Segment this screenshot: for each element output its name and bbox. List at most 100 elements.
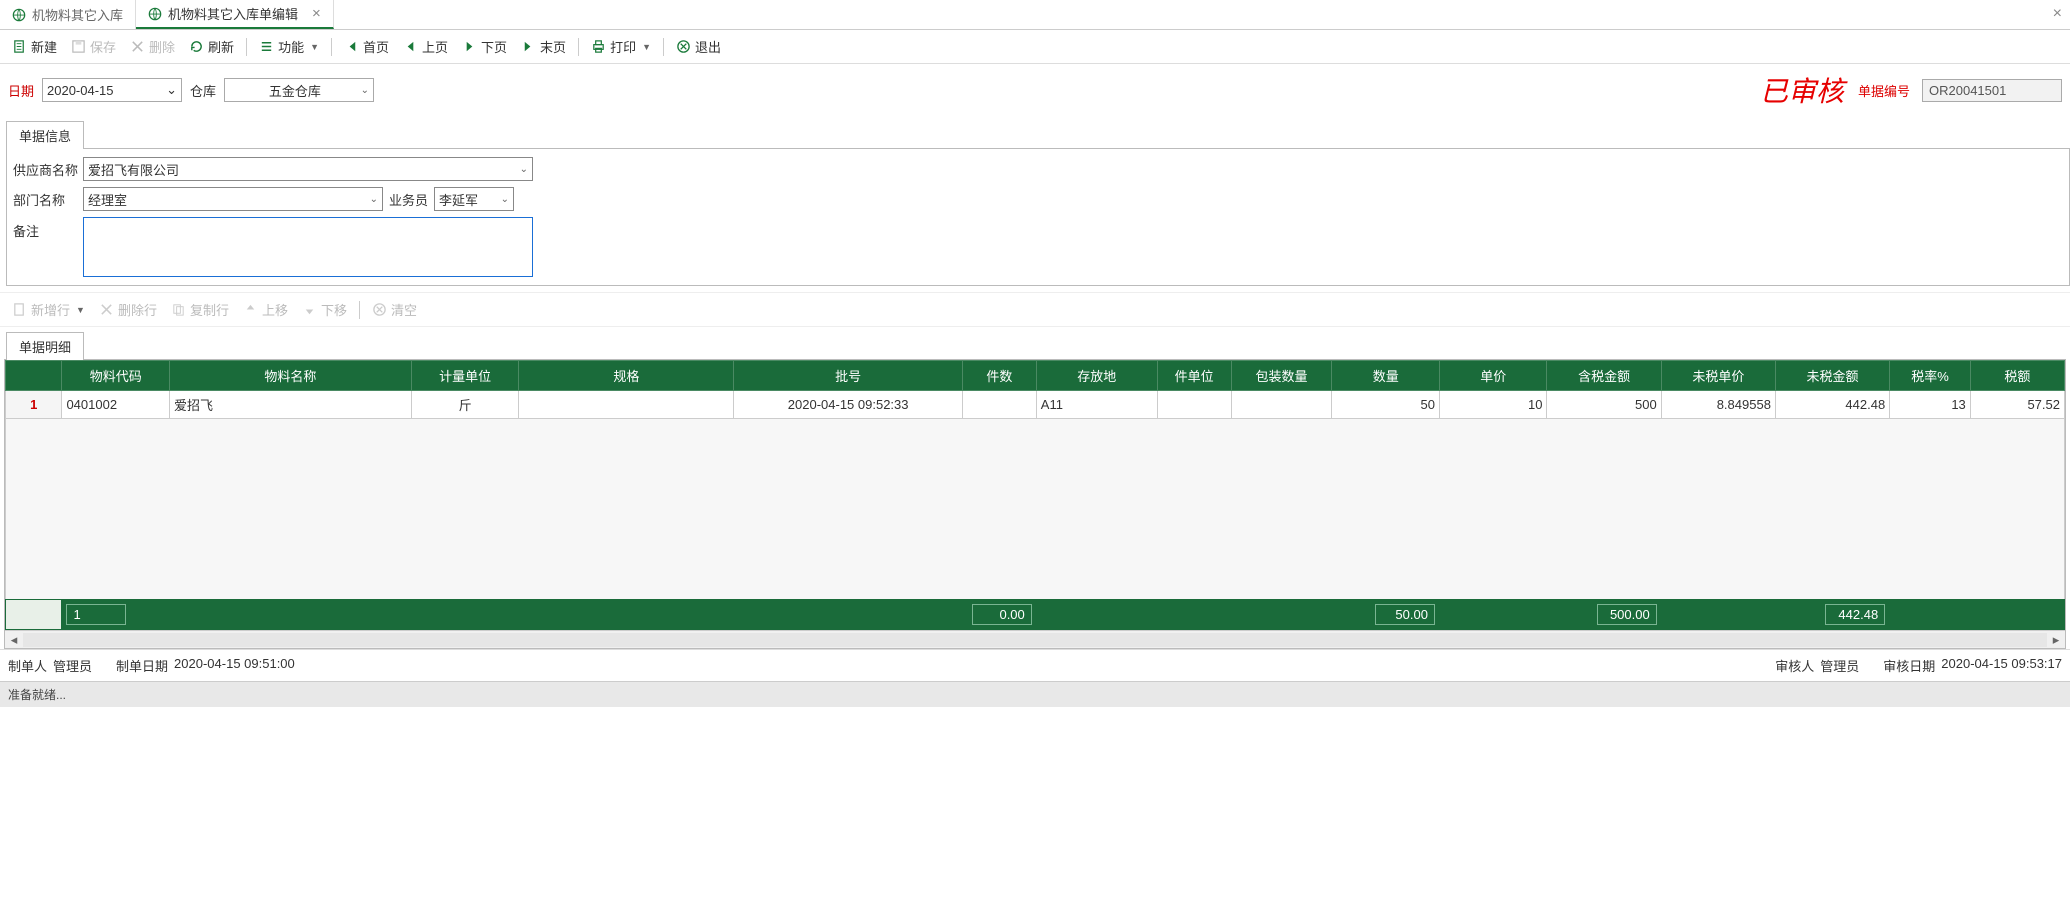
total-count: 1 [66, 604, 126, 625]
warehouse-label: 仓库 [190, 81, 216, 100]
col-unit[interactable]: 计量单位 [411, 361, 519, 391]
prev-button[interactable]: 上页 [397, 34, 454, 59]
cell-batch[interactable]: 2020-04-15 09:52:33 [734, 391, 962, 419]
dept-value: 经理室 [88, 190, 127, 209]
scroll-track[interactable] [23, 633, 2047, 647]
cell-name[interactable]: 爱招飞 [169, 391, 411, 419]
col-price[interactable]: 单价 [1439, 361, 1547, 391]
dept-label: 部门名称 [13, 190, 83, 209]
table-header: 物料代码 物料名称 计量单位 规格 批号 件数 存放地 件单位 包装数量 数量 … [6, 361, 2065, 391]
next-button[interactable]: 下页 [456, 34, 513, 59]
cell-pcs[interactable] [962, 391, 1036, 419]
close-icon[interactable]: × [312, 5, 321, 22]
sales-value: 李延军 [439, 190, 478, 209]
col-loc[interactable]: 存放地 [1036, 361, 1157, 391]
date-input[interactable]: 2020-04-15 ⌄ [42, 78, 182, 102]
copy-row-button[interactable]: 复制行 [165, 297, 235, 322]
main-toolbar: 新建 保存 删除 刷新 功能 ▼ 首页 上页 下页 末页 打印 ▼ [0, 30, 2070, 64]
globe-icon [148, 7, 162, 21]
chevron-down-icon: ⌄ [370, 194, 378, 205]
col-amttax[interactable]: 含税金额 [1547, 361, 1661, 391]
down-row-button[interactable]: 下移 [296, 297, 353, 322]
horizontal-scrollbar[interactable]: ◂ ▸ [5, 630, 2065, 648]
supplier-select[interactable]: 爱招飞有限公司 ⌄ [83, 157, 533, 181]
last-button[interactable]: 末页 [515, 34, 572, 59]
col-taxrate[interactable]: 税率% [1890, 361, 1971, 391]
cell-loc[interactable]: A11 [1036, 391, 1157, 419]
save-button[interactable]: 保存 [65, 34, 122, 59]
col-qty[interactable]: 数量 [1332, 361, 1440, 391]
tab-inbound[interactable]: 机物料其它入库 [0, 0, 136, 29]
remark-input[interactable] [83, 217, 533, 277]
close-all-icon[interactable]: × [2053, 5, 2062, 23]
cell-amtnotax[interactable]: 442.48 [1775, 391, 1889, 419]
totals-row: 1 0.00 50.00 500.00 442.48 [6, 600, 2065, 630]
col-pcs[interactable]: 件数 [962, 361, 1036, 391]
cell-pack[interactable] [1231, 391, 1332, 419]
prev-icon [403, 39, 418, 54]
scroll-right-icon[interactable]: ▸ [2047, 632, 2065, 648]
sales-select[interactable]: 李延军 ⌄ [434, 187, 514, 211]
tab-edit[interactable]: 机物料其它入库单编辑 × [136, 0, 334, 29]
cell-pricenotax[interactable]: 8.849558 [1661, 391, 1775, 419]
col-amtnotax[interactable]: 未税金额 [1775, 361, 1889, 391]
del-row-button[interactable]: 删除行 [93, 297, 163, 322]
detail-table: 物料代码 物料名称 计量单位 规格 批号 件数 存放地 件单位 包装数量 数量 … [4, 359, 2066, 649]
dept-select[interactable]: 经理室 ⌄ [83, 187, 383, 211]
section-info-tab[interactable]: 单据信息 [6, 121, 84, 149]
cell-taxrate[interactable]: 13 [1890, 391, 1971, 419]
cell-tax[interactable]: 57.52 [1970, 391, 2064, 419]
next-label: 下页 [481, 37, 507, 56]
add-row-label: 新增行 [31, 300, 70, 319]
clear-icon [372, 302, 387, 317]
col-pack[interactable]: 包装数量 [1231, 361, 1332, 391]
col-pcunit[interactable]: 件单位 [1157, 361, 1231, 391]
chevron-down-icon: ▼ [76, 305, 85, 315]
table-row[interactable]: 1 0401002 爱招飞 斤 2020-04-15 09:52:33 A11 … [6, 391, 2065, 419]
cell-pcunit[interactable] [1157, 391, 1231, 419]
scroll-left-icon[interactable]: ◂ [5, 632, 23, 648]
row-number: 1 [6, 391, 62, 419]
arrow-up-icon [243, 302, 258, 317]
refresh-button[interactable]: 刷新 [183, 34, 240, 59]
make-date-value: 2020-04-15 09:51:00 [174, 656, 295, 675]
total-amtnotax: 442.48 [1825, 604, 1885, 625]
warehouse-select[interactable]: 五金仓库 ⌄ [224, 78, 374, 102]
list-icon [259, 39, 274, 54]
footer: 制单人 管理员 制单日期 2020-04-15 09:51:00 审核人 管理员… [0, 649, 2070, 681]
cell-code[interactable]: 0401002 [62, 391, 170, 419]
col-batch[interactable]: 批号 [734, 361, 962, 391]
func-button[interactable]: 功能 ▼ [253, 34, 325, 59]
globe-icon [12, 8, 26, 22]
col-tax[interactable]: 税额 [1970, 361, 2064, 391]
col-spec[interactable]: 规格 [519, 361, 734, 391]
add-row-button[interactable]: 新增行 ▼ [6, 297, 91, 322]
col-pricenotax[interactable]: 未税单价 [1661, 361, 1775, 391]
down-row-label: 下移 [321, 300, 347, 319]
print-button[interactable]: 打印 ▼ [585, 34, 657, 59]
delete-button[interactable]: 删除 [124, 34, 181, 59]
last-icon [521, 39, 536, 54]
date-value: 2020-04-15 [47, 83, 114, 98]
last-label: 末页 [540, 37, 566, 56]
clear-button[interactable]: 清空 [366, 297, 423, 322]
first-button[interactable]: 首页 [338, 34, 395, 59]
remark-label: 备注 [13, 217, 83, 240]
cell-unit[interactable]: 斤 [411, 391, 519, 419]
up-row-button[interactable]: 上移 [237, 297, 294, 322]
cell-amttax[interactable]: 500 [1547, 391, 1661, 419]
audit-date-label: 审核日期 [1883, 656, 1935, 675]
cell-spec[interactable] [519, 391, 734, 419]
section-detail: 单据明细 [0, 331, 2070, 359]
cell-price[interactable]: 10 [1439, 391, 1547, 419]
col-code[interactable]: 物料代码 [62, 361, 170, 391]
refresh-icon [189, 39, 204, 54]
cell-qty[interactable]: 50 [1332, 391, 1440, 419]
section-detail-tab[interactable]: 单据明细 [6, 332, 84, 360]
header-row: 日期 2020-04-15 ⌄ 仓库 五金仓库 ⌄ 已审核 单据编号 OR200… [0, 64, 2070, 116]
col-name[interactable]: 物料名称 [169, 361, 411, 391]
new-button[interactable]: 新建 [6, 34, 63, 59]
exit-button[interactable]: 退出 [670, 34, 727, 59]
print-label: 打印 [610, 37, 636, 56]
new-icon [12, 39, 27, 54]
